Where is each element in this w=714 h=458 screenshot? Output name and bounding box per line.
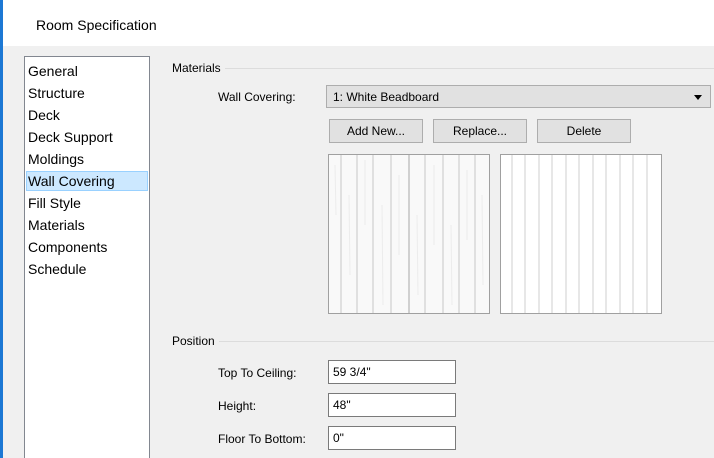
window-title: Room Specification <box>36 17 157 33</box>
category-structure[interactable]: Structure <box>26 83 148 103</box>
position-group-label: Position <box>172 334 219 348</box>
category-fill-style[interactable]: Fill Style <box>26 193 148 213</box>
chevron-down-icon <box>694 95 702 100</box>
category-materials[interactable]: Materials <box>26 215 148 235</box>
height-field[interactable]: 48" <box>328 393 456 417</box>
category-components[interactable]: Components <box>26 237 148 257</box>
top-to-ceiling-field[interactable]: 59 3/4" <box>328 360 456 384</box>
material-rendered-preview <box>500 154 662 314</box>
category-wall-covering[interactable]: Wall Covering <box>26 171 148 191</box>
materials-group-line <box>172 68 714 69</box>
replace-button[interactable]: Replace... <box>433 119 527 143</box>
material-texture-preview <box>328 154 490 314</box>
wall-covering-value: 1: White Beadboard <box>333 90 440 104</box>
top-to-ceiling-label: Top To Ceiling: <box>218 366 297 380</box>
title-bar: Room Specification <box>3 0 714 46</box>
category-general[interactable]: General <box>26 61 148 81</box>
category-deck-support[interactable]: Deck Support <box>26 127 148 147</box>
materials-group-label: Materials <box>172 61 225 75</box>
category-list[interactable]: General Structure Deck Deck Support Mold… <box>24 56 150 458</box>
category-moldings[interactable]: Moldings <box>26 149 148 169</box>
position-group-line <box>172 341 714 342</box>
wall-covering-label: Wall Covering: <box>218 90 296 104</box>
add-new-button[interactable]: Add New... <box>329 119 423 143</box>
wall-covering-dropdown[interactable]: 1: White Beadboard <box>326 85 711 108</box>
floor-to-bottom-field[interactable]: 0" <box>328 426 456 450</box>
floor-to-bottom-label: Floor To Bottom: <box>218 432 306 446</box>
category-schedule[interactable]: Schedule <box>26 259 148 279</box>
delete-button[interactable]: Delete <box>537 119 631 143</box>
category-deck[interactable]: Deck <box>26 105 148 125</box>
height-label: Height: <box>218 399 257 413</box>
